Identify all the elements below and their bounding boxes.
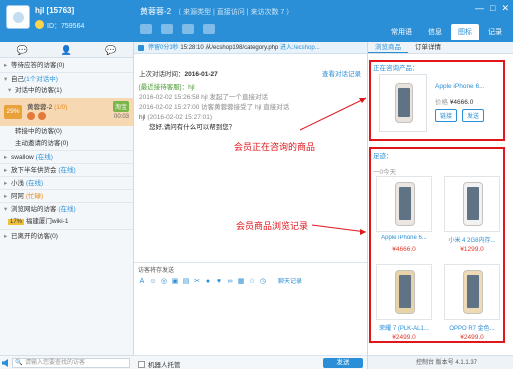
arrow-current [299,97,367,131]
annotation-consulting: 会员正在咨询的商品 [234,143,316,153]
annotation-arrows [299,97,367,235]
arrowhead-browsed [360,229,366,235]
annotation-browsing: 会员商品浏览记录 [236,222,309,232]
arrow-browsed [311,224,367,233]
